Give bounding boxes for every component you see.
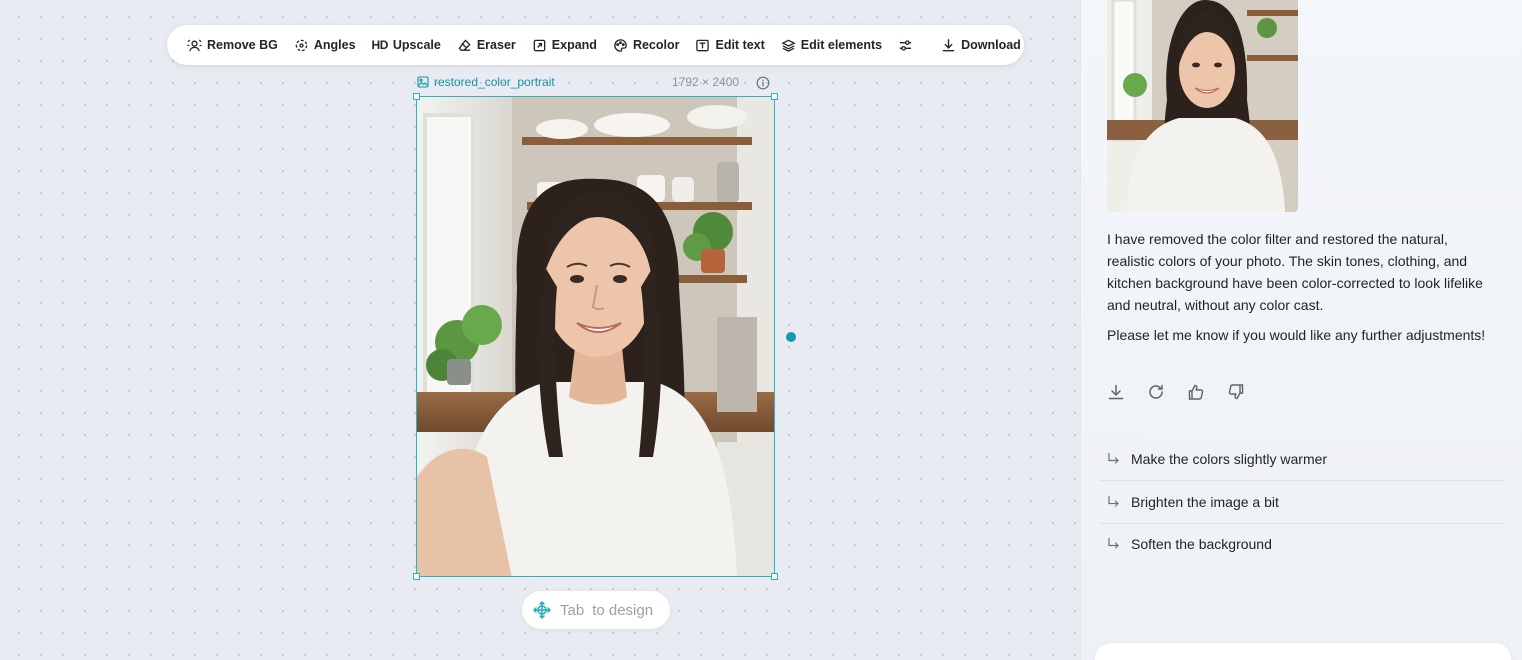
thumbnail-illustration (1107, 0, 1298, 212)
hd-icon: HD (371, 38, 389, 52)
edit-text-button[interactable]: Edit text (687, 30, 772, 60)
thumbs-down-icon[interactable] (1227, 383, 1245, 401)
recolor-icon (614, 38, 627, 52)
resize-handle-tl[interactable] (413, 93, 420, 100)
chat-input-box[interactable] (1095, 643, 1511, 660)
edit-text-label: Edit text (715, 38, 765, 52)
suggestion-item[interactable]: Brighten the image a bit (1099, 481, 1505, 523)
angles-button[interactable]: Angles (286, 30, 364, 60)
recolor-label: Recolor (632, 38, 680, 52)
tab-to-design-hint[interactable]: Tab to design (522, 591, 670, 629)
suggestion-label: Soften the background (1131, 536, 1272, 552)
angles-icon (295, 39, 308, 51)
portrait-illustration (417, 97, 774, 576)
image-dimensions: 1792 × 2400 (672, 75, 740, 89)
suggestion-item[interactable]: Soften the background (1099, 523, 1505, 565)
image-name-tag[interactable]: restored_color_portrait (417, 75, 555, 89)
info-icon[interactable] (756, 76, 770, 90)
remove-bg-icon (187, 39, 202, 51)
upscale-button[interactable]: HD Upscale (364, 30, 449, 60)
chat-panel: I have removed the color filter and rest… (1080, 0, 1522, 660)
expand-icon (533, 39, 546, 51)
reply-arrow-icon (1108, 495, 1119, 507)
suggestion-label: Make the colors slightly warmer (1131, 451, 1328, 467)
edit-text-icon (696, 39, 710, 51)
tab-hint-label: to design (592, 601, 654, 619)
remove-bg-label: Remove BG (207, 38, 278, 52)
layers-icon (781, 39, 796, 52)
design-move-icon (533, 601, 551, 619)
message-actions (1107, 383, 1245, 401)
resize-handle-tr[interactable] (771, 93, 778, 100)
angles-label: Angles (313, 38, 356, 52)
image-name: restored_color_portrait (434, 75, 555, 89)
assistant-message: I have removed the color filter and rest… (1107, 231, 1483, 313)
remove-bg-button[interactable]: Remove BG (179, 30, 286, 60)
adjustments-button[interactable] (890, 30, 921, 60)
assistant-followup: Please let me know if you would like any… (1107, 327, 1486, 343)
suggestion-label: Brighten the image a bit (1131, 494, 1279, 510)
suggestion-item[interactable]: Make the colors slightly warmer (1099, 438, 1505, 480)
reply-arrow-icon (1108, 452, 1119, 464)
image-toolbar: Remove BG Angles HD Upscale Eraser Expan… (167, 25, 1024, 65)
regenerate-icon[interactable] (1147, 383, 1165, 401)
eraser-icon (458, 38, 471, 51)
result-thumbnail[interactable] (1107, 0, 1298, 212)
edit-elements-label: Edit elements (800, 38, 883, 52)
thumbs-up-icon[interactable] (1187, 383, 1205, 401)
eraser-label: Eraser (476, 38, 516, 52)
recolor-button[interactable]: Recolor (605, 30, 688, 60)
expand-label: Expand (551, 38, 597, 52)
portrait-image[interactable] (416, 96, 775, 577)
reply-arrow-icon (1108, 537, 1119, 549)
sliders-icon (899, 39, 912, 51)
upscale-label: Upscale (392, 38, 441, 52)
download-button[interactable]: Download (933, 30, 1029, 60)
download-icon (942, 38, 955, 51)
resize-handle-bl[interactable] (413, 573, 420, 580)
resize-handle-br[interactable] (771, 573, 778, 580)
eraser-button[interactable]: Eraser (449, 30, 524, 60)
edit-elements-button[interactable]: Edit elements (773, 30, 890, 60)
download-icon[interactable] (1107, 383, 1125, 401)
expand-button[interactable]: Expand (524, 30, 605, 60)
design-canvas[interactable]: Remove BG Angles HD Upscale Eraser Expan… (0, 0, 1080, 660)
connector-handle[interactable] (784, 330, 798, 344)
image-icon (417, 76, 429, 88)
download-label: Download (961, 38, 1021, 52)
tab-key-label: Tab (560, 601, 585, 619)
